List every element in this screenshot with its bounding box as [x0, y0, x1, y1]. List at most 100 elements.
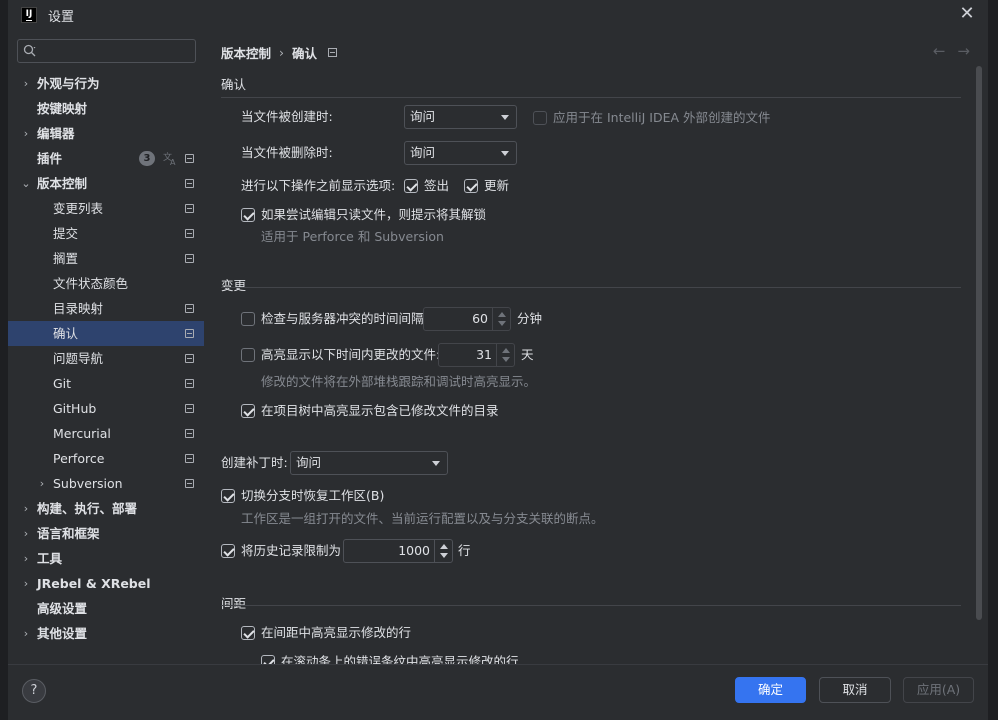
help-button[interactable]: ?: [22, 679, 46, 703]
conflict-interval-spinner[interactable]: 60: [423, 307, 511, 331]
sidebar-item-advanced[interactable]: 高级设置: [8, 596, 204, 621]
spinner-up-icon[interactable]: [498, 312, 506, 317]
chevron-right-icon[interactable]: ›: [20, 121, 32, 146]
highlight-days-spinner[interactable]: 31: [438, 343, 515, 367]
window-title: 设置: [48, 9, 75, 25]
sidebar-item-keymap[interactable]: 按键映射: [8, 96, 204, 121]
sidebar-item-shelf[interactable]: 搁置: [8, 246, 204, 271]
gutter-highlight-checkbox[interactable]: [241, 626, 255, 640]
on-create-value: 询问: [410, 109, 436, 124]
spinner-buttons[interactable]: [492, 308, 510, 330]
spinner-up-icon[interactable]: [502, 348, 510, 353]
conflict-check-checkbox[interactable]: [241, 312, 255, 326]
sidebar-item-label: 编辑器: [37, 126, 75, 141]
restore-workspace-checkbox[interactable]: [221, 489, 235, 503]
on-delete-combo[interactable]: 询问: [404, 141, 517, 165]
on-create-combo[interactable]: 询问: [404, 105, 517, 129]
project-level-icon: [185, 179, 194, 188]
section-title-gutter: 间距: [221, 596, 247, 611]
sidebar-item-languages[interactable]: › 语言和框架: [8, 521, 204, 546]
sidebar-item-label: 提交: [53, 226, 79, 241]
cancel-button[interactable]: 取消: [819, 677, 891, 703]
window-edge-left: [0, 0, 8, 720]
back-arrow-icon[interactable]: ←: [933, 42, 946, 60]
sidebar-item-subversion[interactable]: › Subversion: [8, 471, 204, 496]
sidebar-item-plugins[interactable]: 插件 3 文 A: [8, 146, 204, 171]
sidebar-item-tools[interactable]: › 工具: [8, 546, 204, 571]
conflict-check-label: 检查与服务器冲突的时间间隔: [261, 311, 424, 326]
breadcrumb-parent[interactable]: 版本控制: [221, 43, 271, 62]
sidebar-item-mercurial[interactable]: Mercurial: [8, 421, 204, 446]
chevron-right-icon[interactable]: ›: [36, 471, 48, 496]
spinner-buttons[interactable]: [434, 540, 452, 562]
dropdown-caret-icon: [432, 461, 440, 466]
scrollbar-highlight-checkbox[interactable]: [261, 655, 275, 664]
spinner-down-icon[interactable]: [498, 321, 506, 326]
history-limit-spinner[interactable]: 1000: [343, 539, 453, 563]
search-icon: [23, 44, 36, 57]
sidebar-item-jrebel[interactable]: › JRebel & XRebel: [8, 571, 204, 596]
sidebar-item-other[interactable]: › 其他设置: [8, 621, 204, 646]
sidebar-item-confirmation[interactable]: 确认: [8, 321, 204, 346]
create-patch-combo[interactable]: 询问: [290, 451, 448, 475]
apply-button[interactable]: 应用(A): [903, 677, 974, 703]
highlight-changed-label: 高亮显示以下时间内更改的文件:: [261, 347, 441, 362]
highlight-dirs-checkbox[interactable]: [241, 404, 255, 418]
sidebar-item-appearance[interactable]: › 外观与行为: [8, 71, 204, 96]
project-level-icon: [185, 154, 194, 163]
search-input[interactable]: [40, 42, 190, 60]
highlight-changed-checkbox[interactable]: [241, 348, 255, 362]
spinner-buttons[interactable]: [496, 344, 514, 366]
sidebar-item-label: 语言和框架: [37, 526, 100, 541]
sidebar-item-github[interactable]: GitHub: [8, 396, 204, 421]
sidebar-item-label: GitHub: [53, 401, 97, 416]
highlight-changed-hint: 修改的文件将在外部堆栈跟踪和调试时高亮显示。: [261, 374, 537, 389]
sidebar-item-label: 版本控制: [37, 176, 88, 191]
chevron-right-icon[interactable]: ›: [20, 521, 32, 546]
before-ops-label: 进行以下操作之前显示选项:: [241, 178, 396, 193]
sidebar-item-directory-mappings[interactable]: 目录映射: [8, 296, 204, 321]
sidebar-item-commit[interactable]: 提交: [8, 221, 204, 246]
breadcrumb-current: 确认: [292, 45, 318, 61]
external-files-checkbox[interactable]: [533, 111, 547, 125]
update-checkbox[interactable]: [464, 179, 478, 193]
sidebar-item-label: 工具: [37, 551, 63, 566]
sidebar-item-label: 高级设置: [37, 601, 88, 616]
history-limit-value: 1000: [398, 543, 430, 558]
chevron-right-icon[interactable]: ›: [20, 496, 32, 521]
sidebar-item-issue-navigation[interactable]: 问题导航: [8, 346, 204, 371]
ok-button[interactable]: 确定: [735, 677, 806, 703]
forward-arrow-icon[interactable]: →: [957, 42, 970, 60]
on-delete-value: 询问: [410, 145, 436, 160]
close-icon[interactable]: ✕: [956, 5, 978, 25]
sidebar-item-git[interactable]: Git: [8, 371, 204, 396]
dropdown-caret-icon: [501, 115, 509, 120]
sidebar-item-file-status-colors[interactable]: 文件状态颜色: [8, 271, 204, 296]
project-level-icon: [185, 404, 194, 413]
sidebar-item-vcs[interactable]: ⌄ 版本控制: [8, 171, 204, 196]
project-level-icon: [185, 479, 194, 488]
sidebar-item-build[interactable]: › 构建、执行、部署: [8, 496, 204, 521]
highlight-dirs-label: 在项目树中高亮显示包含已修改文件的目录: [261, 403, 499, 418]
sidebar-item-perforce[interactable]: Perforce: [8, 446, 204, 471]
highlight-days-value: 31: [476, 347, 492, 362]
history-limit-checkbox[interactable]: [221, 544, 235, 558]
sidebar-item-label: Git: [53, 376, 72, 391]
history-limit-unit: 行: [458, 543, 471, 558]
checkout-checkbox[interactable]: [404, 179, 418, 193]
readonly-unlock-checkbox[interactable]: [241, 208, 255, 222]
sidebar-item-changelists[interactable]: 变更列表: [8, 196, 204, 221]
chevron-down-icon[interactable]: ⌄: [20, 171, 32, 196]
search-box[interactable]: [17, 39, 196, 63]
content-scrollbar[interactable]: [976, 66, 982, 620]
sidebar-item-label: 构建、执行、部署: [37, 501, 138, 516]
spinner-up-icon[interactable]: [440, 544, 448, 549]
spinner-down-icon[interactable]: [502, 357, 510, 362]
spinner-down-icon[interactable]: [440, 553, 448, 558]
chevron-right-icon[interactable]: ›: [20, 621, 32, 646]
project-level-icon: [185, 304, 194, 313]
sidebar-item-editor[interactable]: › 编辑器: [8, 121, 204, 146]
chevron-right-icon[interactable]: ›: [20, 571, 32, 596]
chevron-right-icon[interactable]: ›: [20, 546, 32, 571]
chevron-right-icon[interactable]: ›: [20, 71, 32, 96]
